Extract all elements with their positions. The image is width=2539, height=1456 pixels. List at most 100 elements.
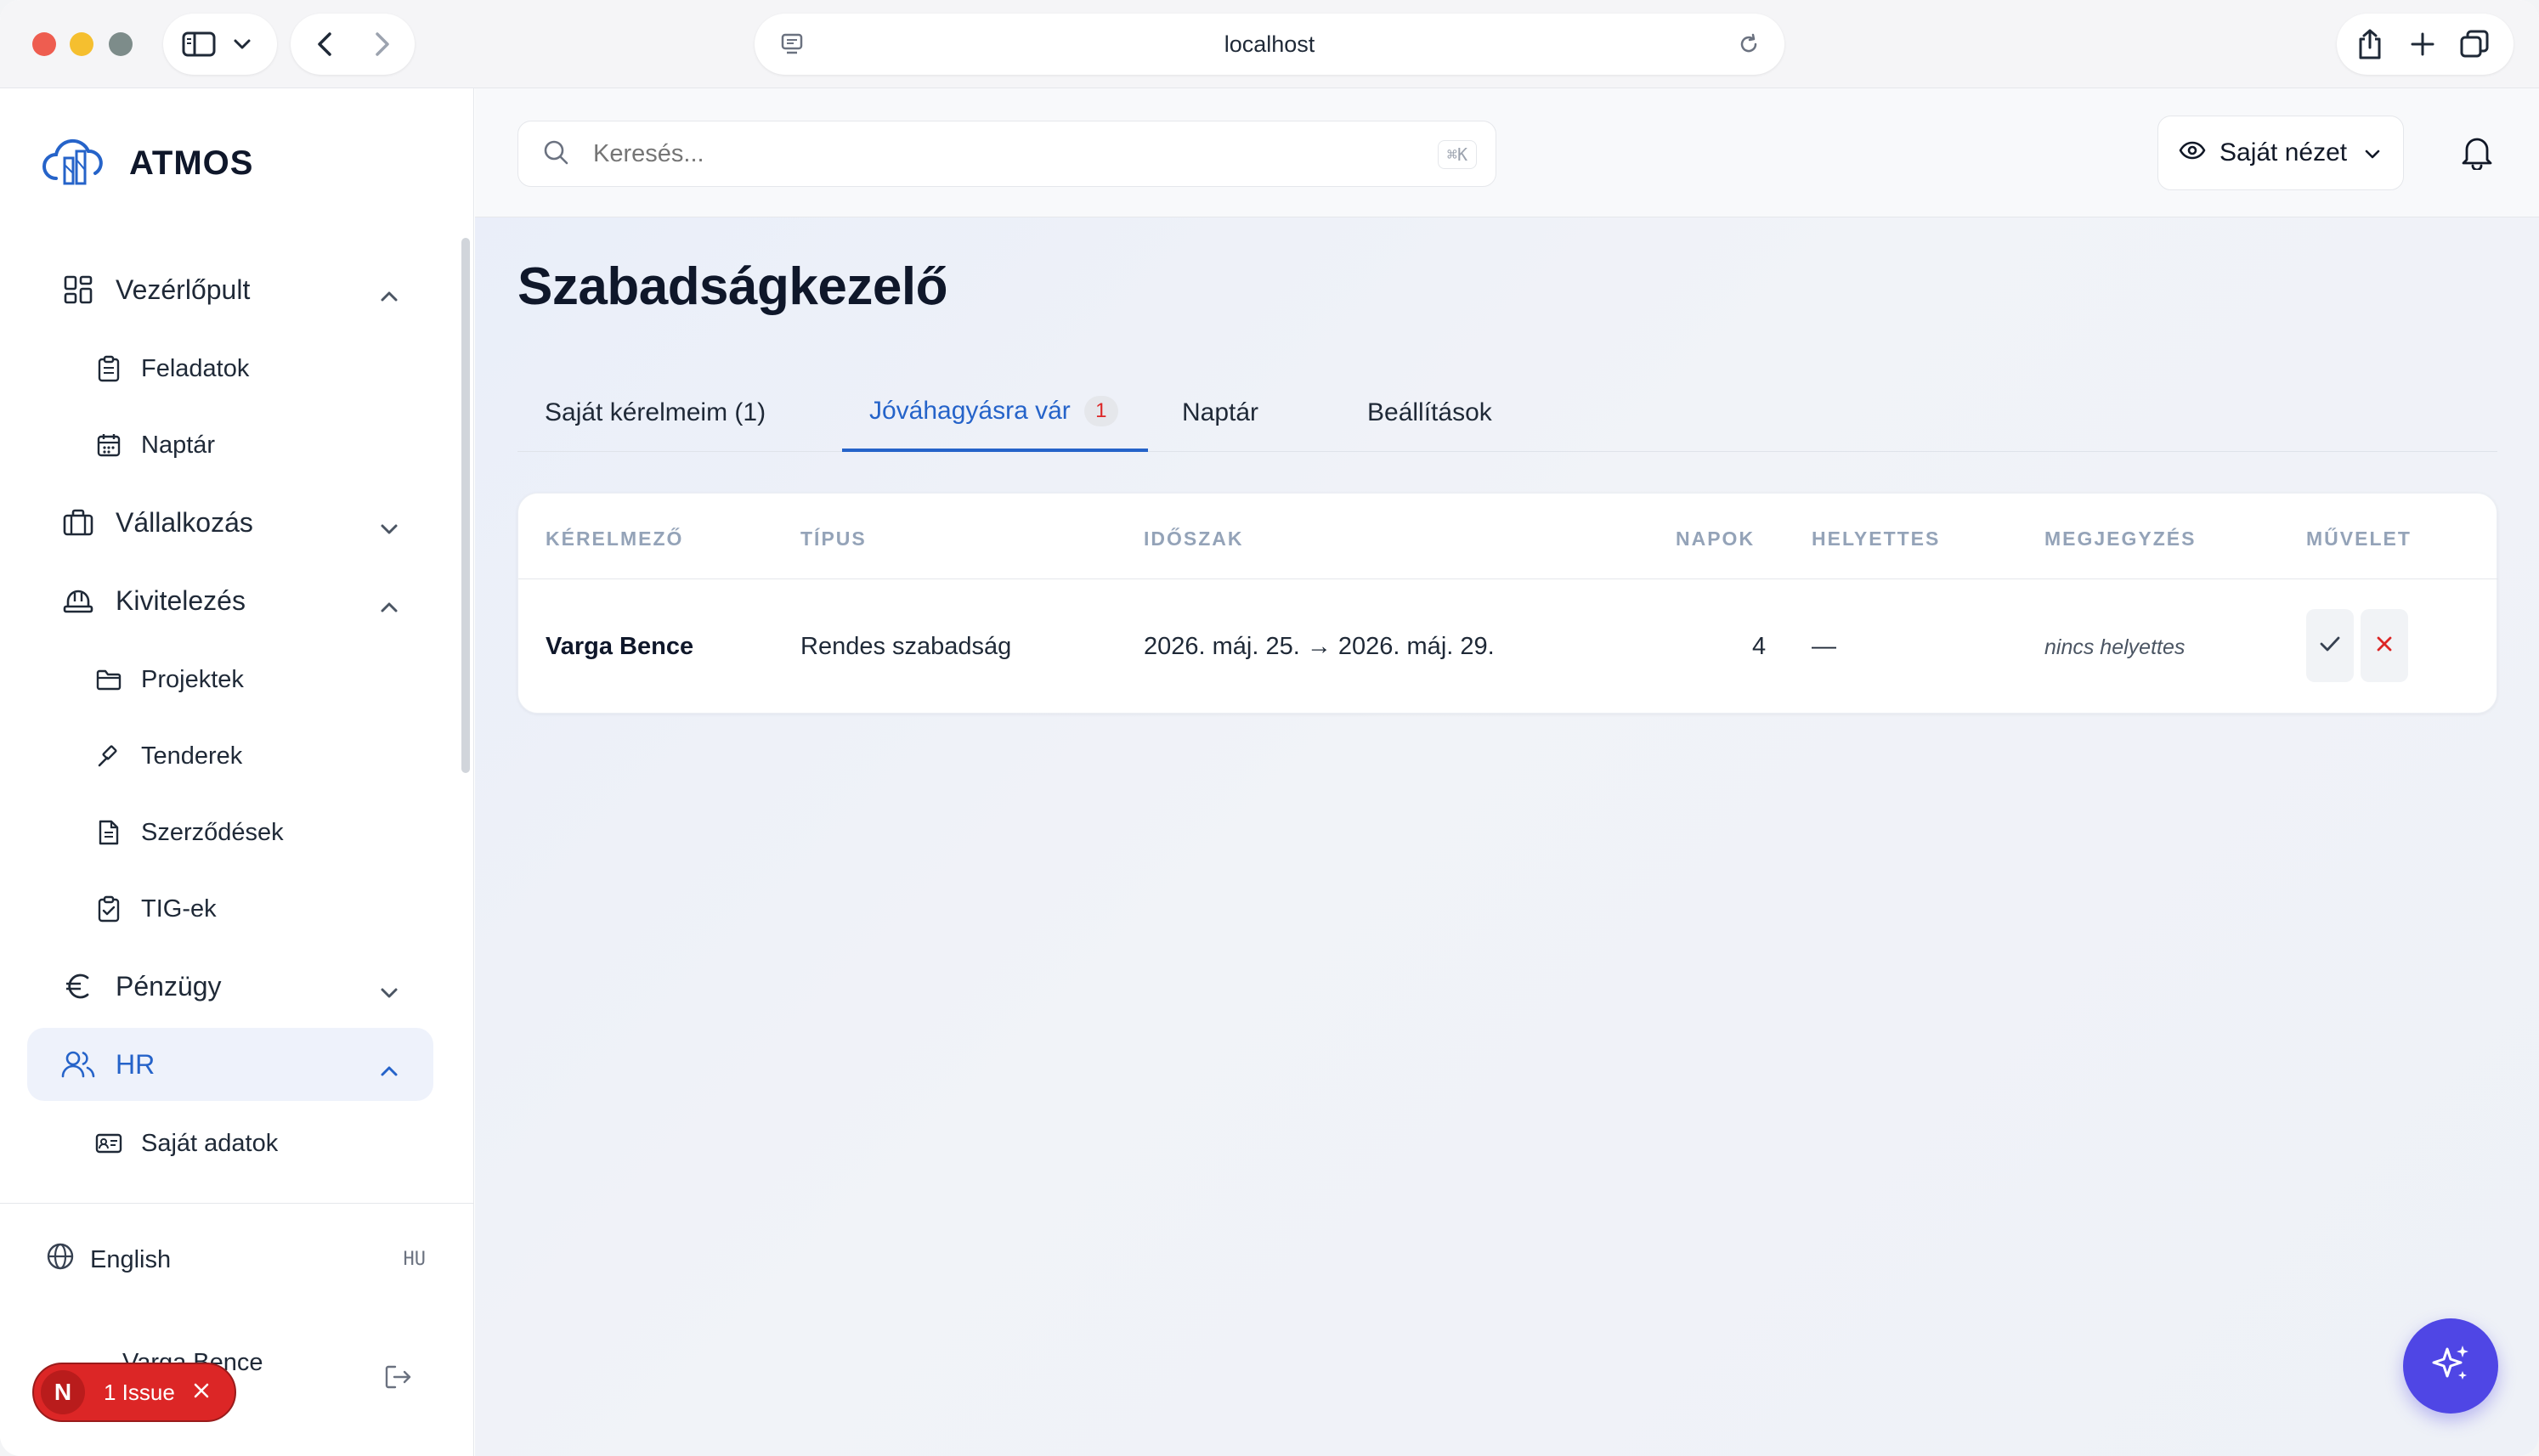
tab-label: Naptár: [1182, 398, 1259, 426]
sidebar-item-vezerlopult[interactable]: Vezérlőpult: [27, 253, 433, 326]
close-icon: [2375, 635, 2394, 657]
tab-label: Saját kérelmeim (1): [545, 398, 766, 426]
column-header: HELYETTES: [1812, 528, 1941, 550]
chevron-down-icon: [379, 511, 399, 543]
chevron-up-icon: [379, 590, 399, 621]
reload-icon[interactable]: [1737, 32, 1761, 62]
ai-assistant-button[interactable]: [2403, 1318, 2498, 1414]
document-icon: [95, 819, 122, 846]
search-box[interactable]: ⌘K: [517, 121, 1496, 187]
search-shortcut-hint: ⌘K: [1437, 140, 1477, 169]
cell-days: 4: [1752, 633, 1767, 660]
sidebar-subitem-tenderek[interactable]: Tenderek: [95, 731, 242, 782]
sidebar-divider: [0, 1203, 474, 1204]
issue-logo-letter: N: [41, 1370, 85, 1414]
table-header-divider: [518, 578, 2498, 579]
bell-icon[interactable]: [2460, 134, 2494, 174]
sidebar-scrollbar[interactable]: [461, 238, 470, 773]
tab-jovahagyasra-var[interactable]: Jóváhagyásra vár 1: [842, 374, 1148, 452]
sidebar-subitem-label: Feladatok: [141, 354, 250, 382]
euro-icon: [61, 969, 95, 1003]
issue-badge[interactable]: N 1 Issue: [32, 1363, 236, 1422]
language-code: HU: [403, 1249, 427, 1270]
pending-count-badge: 1: [1083, 396, 1118, 426]
sidebar-subitem-label: Tenderek: [141, 742, 243, 770]
zoom-window-button[interactable]: [109, 32, 133, 56]
language-switcher[interactable]: English: [46, 1242, 171, 1278]
language-label: English: [90, 1245, 172, 1273]
page-title: Szabadságkezelő: [517, 257, 947, 316]
close-icon[interactable]: [192, 1380, 211, 1406]
chevron-down-icon[interactable]: [233, 38, 252, 50]
reject-button[interactable]: [2361, 609, 2408, 682]
sidebar-subitem-label: Saját adatok: [141, 1129, 279, 1157]
sidebar-item-label: Kivitelezés: [116, 584, 246, 616]
sidebar-subitem-tig-ek[interactable]: TIG-ek: [95, 883, 217, 934]
column-header: MŰVELET: [2306, 528, 2412, 550]
tab-label: Beállítások: [1367, 398, 1492, 426]
folder-icon: [95, 666, 122, 693]
back-arrow-icon[interactable]: [316, 31, 333, 57]
brand-name: ATMOS: [129, 144, 254, 182]
tab-beallitasok[interactable]: Beállítások: [1367, 374, 1492, 452]
sidebar-subitem-naptar[interactable]: Naptár: [95, 420, 215, 471]
view-selector-label: Saját nézet: [2220, 138, 2348, 166]
gavel-icon: [95, 742, 122, 770]
sidebar-item-label: Pénzügy: [116, 970, 222, 1002]
briefcase-icon: [61, 505, 95, 539]
sidebar-item-penzugy[interactable]: Pénzügy: [27, 950, 433, 1023]
dashboard-icon: [61, 273, 95, 307]
search-input[interactable]: [593, 139, 1358, 168]
sidebar-subitem-sajat-adatok[interactable]: Saját adatok: [95, 1118, 278, 1169]
cell-applicant: Varga Bence: [546, 633, 694, 660]
globe-icon: [46, 1242, 75, 1278]
view-selector-button[interactable]: Saját nézet: [2157, 116, 2404, 190]
browser-titlebar: localhost: [0, 0, 2539, 88]
sidebar-subitem-projektek[interactable]: Projektek: [95, 654, 244, 705]
tab-bar: Saját kérelmeim (1) Jóváhagyásra vár 1 N…: [517, 374, 2497, 452]
cell-note: nincs helyettes: [2044, 635, 2186, 659]
chevron-up-icon: [379, 1053, 399, 1085]
sidebar-subitem-szerzodesek[interactable]: Szerződések: [95, 807, 284, 858]
window-actions-group: [2337, 14, 2514, 75]
sidebar-subitem-feladatok[interactable]: Feladatok: [95, 343, 249, 394]
browser-window: localhost ATMOS Vezérlőpult Feladatok Na…: [0, 0, 2539, 1456]
sidebar-item-vallalkozas[interactable]: Vállalkozás: [27, 486, 433, 559]
logout-icon[interactable]: [384, 1364, 413, 1394]
users-icon: [61, 1047, 95, 1081]
cell-substitute: —: [1812, 633, 1836, 660]
sidebar-item-kivitelezes[interactable]: Kivitelezés: [27, 564, 433, 637]
minimize-window-button[interactable]: [70, 32, 93, 56]
issue-count: 1 Issue: [104, 1379, 175, 1405]
cell-period: 2026. máj. 25. → 2026. máj. 29.: [1144, 633, 1495, 660]
eye-icon: [2179, 138, 2206, 167]
tab-overview-icon[interactable]: [2459, 29, 2490, 59]
sidebar-subitem-label: TIG-ek: [141, 894, 217, 923]
column-header: KÉRELMEZŐ: [546, 528, 684, 550]
new-tab-plus-icon[interactable]: [2410, 31, 2435, 57]
forward-arrow-icon[interactable]: [374, 31, 391, 57]
approval-table: KÉRELMEZŐ TÍPUS IDŐSZAK NAPOK HELYETTES …: [517, 493, 2498, 714]
sidebar: ATMOS Vezérlőpult Feladatok Naptár Válla…: [0, 88, 474, 1456]
top-bar: ⌘K Saját nézet: [475, 88, 2539, 217]
tab-naptar[interactable]: Naptár: [1182, 374, 1258, 452]
close-window-button[interactable]: [32, 32, 56, 56]
calendar-icon: [95, 432, 122, 459]
sidebar-item-label: Vállalkozás: [116, 506, 253, 538]
sidebar-toggle-group: [163, 14, 277, 75]
address-bar[interactable]: localhost: [755, 14, 1784, 75]
clipboard-icon: [95, 355, 122, 382]
page-settings-icon[interactable]: [780, 32, 804, 62]
brand-logo[interactable]: ATMOS: [41, 134, 253, 193]
sidebar-item-hr[interactable]: HR: [27, 1028, 433, 1101]
approve-button[interactable]: [2306, 609, 2354, 682]
sidebar-toggle-icon[interactable]: [182, 31, 216, 58]
cell-type: Rendes szabadság: [800, 633, 1012, 660]
tab-sajat-kerelmeim[interactable]: Saját kérelmeim (1): [545, 374, 766, 452]
share-icon[interactable]: [2355, 28, 2384, 60]
column-header: IDŐSZAK: [1144, 528, 1244, 550]
check-icon: [2319, 635, 2341, 657]
sidebar-subitem-label: Naptár: [141, 431, 216, 459]
sidebar-subitem-label: Szerződések: [141, 818, 284, 846]
chevron-down-icon: [2364, 138, 2381, 167]
